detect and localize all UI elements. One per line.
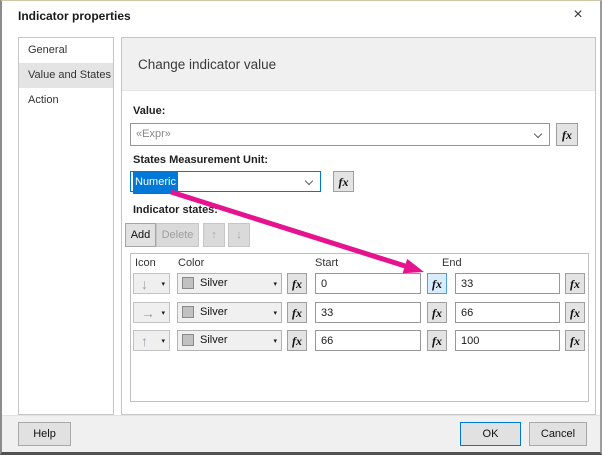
color-expression-button[interactable]: fx [287, 330, 307, 351]
unit-expression-button[interactable]: fx [333, 171, 354, 192]
title-bar: Indicator properties × [2, 1, 600, 31]
end-expression-button[interactable]: fx [565, 273, 585, 294]
end-input[interactable] [455, 273, 560, 294]
move-down-button[interactable]: ↓ [228, 223, 250, 247]
color-swatch-silver [182, 334, 194, 346]
close-icon[interactable]: × [569, 6, 587, 24]
start-input[interactable] [315, 330, 421, 351]
delete-button[interactable]: Delete [156, 223, 199, 247]
chevron-down-icon [304, 176, 314, 186]
color-dropdown[interactable]: Silver ▾ [177, 302, 282, 323]
color-swatch-silver [182, 306, 194, 318]
column-header-end: End [442, 257, 462, 269]
column-header-color: Color [178, 257, 205, 269]
indicator-state-row-3: ↑ ▾ Silver ▾ fx fx fx [131, 330, 588, 351]
caret-down-icon: ▾ [273, 338, 277, 345]
color-expression-button[interactable]: fx [287, 302, 307, 323]
start-input[interactable] [315, 273, 421, 294]
ok-button[interactable]: OK [460, 422, 521, 446]
start-expression-button[interactable]: fx [427, 273, 447, 294]
icon-picker-dropdown[interactable]: ↑ ▾ [133, 330, 170, 351]
panel-header: Change indicator value [122, 38, 595, 91]
sidebar-item-value-and-states[interactable]: Value and States [19, 63, 113, 88]
start-expression-button[interactable]: fx [427, 330, 447, 351]
value-dropdown-text: «Expr» [136, 128, 171, 140]
sidebar-item-general[interactable]: General [19, 38, 113, 63]
sidebar-item-action[interactable]: Action [19, 88, 113, 113]
end-expression-button[interactable]: fx [565, 330, 585, 351]
up-arrow-icon: ↑ [211, 229, 217, 241]
states-measurement-unit-dropdown[interactable]: Numeric [130, 171, 321, 194]
states-measurement-unit-label: States Measurement Unit: [133, 154, 269, 166]
value-label: Value: [133, 105, 166, 117]
chevron-down-icon [533, 129, 543, 139]
value-expression-button[interactable]: fx [556, 123, 578, 146]
end-expression-button[interactable]: fx [565, 302, 585, 323]
color-swatch-silver [182, 277, 194, 289]
column-header-start: Start [315, 257, 339, 269]
column-header-icon: Icon [135, 257, 156, 269]
up-arrow-icon: ↑ [141, 333, 148, 349]
move-up-button[interactable]: ↑ [203, 223, 225, 247]
help-button[interactable]: Help [18, 422, 71, 446]
caret-down-icon: ▾ [161, 281, 165, 288]
color-dropdown[interactable]: Silver ▾ [177, 273, 282, 294]
page-title: Change indicator value [138, 57, 277, 72]
color-name: Silver [200, 334, 228, 346]
down-arrow-icon: ↓ [236, 229, 242, 241]
caret-down-icon: ▾ [161, 310, 165, 317]
indicator-state-row-2: → ▾ Silver ▾ fx fx fx [131, 302, 588, 323]
icon-picker-dropdown[interactable]: ↓ ▾ [133, 273, 170, 294]
end-input[interactable] [455, 330, 560, 351]
start-input[interactable] [315, 302, 421, 323]
unit-selected-text: Numeric [133, 172, 178, 194]
cancel-button[interactable]: Cancel [529, 422, 587, 446]
start-expression-button[interactable]: fx [427, 302, 447, 323]
indicator-states-label: Indicator states: [133, 204, 218, 216]
caret-down-icon: ▾ [273, 281, 277, 288]
indicator-state-row-1: ↓ ▾ Silver ▾ fx fx fx [131, 273, 588, 294]
down-arrow-icon: ↓ [141, 276, 148, 292]
color-dropdown[interactable]: Silver ▾ [177, 330, 282, 351]
main-panel: Change indicator value Value: «Expr» fx … [121, 37, 596, 415]
icon-picker-dropdown[interactable]: → ▾ [133, 302, 170, 323]
add-button[interactable]: Add [125, 223, 156, 247]
dialog-title: Indicator properties [18, 9, 131, 23]
indicator-states-grid: Icon Color Start End ↓ ▾ Silver ▾ fx fx [130, 253, 589, 402]
caret-down-icon: ▾ [161, 338, 165, 345]
value-dropdown[interactable]: «Expr» [130, 123, 550, 146]
end-input[interactable] [455, 302, 560, 323]
color-expression-button[interactable]: fx [287, 273, 307, 294]
color-name: Silver [200, 277, 228, 289]
right-arrow-icon: → [141, 305, 155, 321]
caret-down-icon: ▾ [273, 310, 277, 317]
indicator-properties-dialog: Indicator properties × General Value and… [0, 0, 602, 455]
dialog-footer: Help OK Cancel [2, 415, 600, 452]
sidebar: General Value and States Action [18, 37, 114, 415]
color-name: Silver [200, 306, 228, 318]
